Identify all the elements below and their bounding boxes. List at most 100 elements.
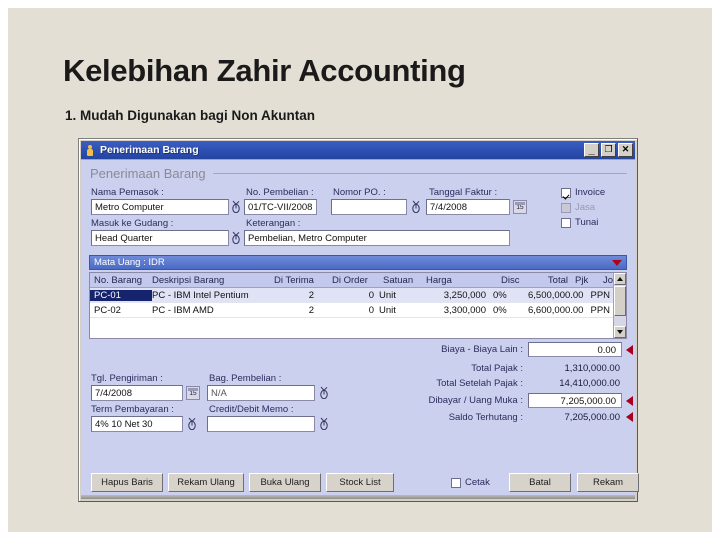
bag-pembelian-input[interactable]: N/A <box>207 385 315 401</box>
cell-pjk: PPN <box>590 304 611 316</box>
section-header-rule <box>212 173 627 174</box>
label-keterangan: Keterangan : <box>246 218 301 229</box>
checkbox-jasa: Jasa <box>561 202 595 213</box>
column-header-di-order: Di Order <box>332 274 368 286</box>
cell-total: 6,500,000.00 <box>528 289 584 301</box>
column-header-satuan: Satuan <box>383 274 414 286</box>
section-header-label: Penerimaan Barang <box>90 166 206 181</box>
rekam-button[interactable]: Rekam <box>577 473 639 492</box>
column-header-disc: Disc <box>501 274 520 286</box>
cell-satuan: Unit <box>379 289 396 301</box>
tanggal-faktur-lookup-icon[interactable] <box>411 200 421 213</box>
invoice-checkbox-label: Invoice <box>575 187 606 198</box>
cetak-checkbox-box[interactable] <box>451 477 461 488</box>
minimize-button[interactable]: _ <box>584 143 599 157</box>
dibayar-marker-icon <box>626 396 633 406</box>
scroll-down-icon[interactable] <box>614 326 626 338</box>
nama-pemasok-lookup-icon[interactable] <box>231 200 241 213</box>
checkbox-tunai[interactable]: Tunai <box>561 217 598 228</box>
rekam-ulang-button[interactable]: Rekam Ulang <box>168 473 244 492</box>
window-title: Penerimaan Barang <box>100 144 199 156</box>
value-total-pajak: 1,310,000.00 <box>564 363 620 374</box>
scrollbar-thumb[interactable] <box>614 286 626 316</box>
saldo-marker-icon <box>626 412 633 422</box>
cell-deskripsi: PC - IBM AMD <box>152 304 214 316</box>
window-bottom-edge <box>81 495 635 499</box>
tgl-pengiriman-input[interactable]: 7/4/2008 <box>91 385 183 401</box>
cetak-checkbox-label: Cetak <box>465 477 490 488</box>
hapus-baris-button[interactable]: Hapus Baris <box>91 473 163 492</box>
masuk-ke-gudang-input[interactable]: Head Quarter <box>91 230 229 246</box>
no-pembelian-input[interactable]: 01/TC-VII/2008 <box>244 199 317 215</box>
close-icon: ✕ <box>621 144 630 154</box>
page-subtitle: 1. Mudah Digunakan bagi Non Akuntan <box>65 108 316 123</box>
window-titlebar[interactable]: Penerimaan Barang _ ❐ ✕ <box>81 141 635 159</box>
column-header-di-terima: Di Terima <box>274 274 314 286</box>
label-saldo-terhutang: Saldo Terhutang : <box>448 412 523 423</box>
jasa-checkbox-label: Jasa <box>575 202 596 213</box>
value-total-setelah-pajak: 14,410,000.00 <box>559 378 620 389</box>
invoice-checkbox-box[interactable] <box>561 187 571 198</box>
label-nomor-po: Nomor PO. : <box>333 187 386 198</box>
batal-button[interactable]: Batal <box>509 473 571 492</box>
label-dibayar-uang-muka: Dibayar / Uang Muka : <box>428 395 523 406</box>
dibayar-uang-muka-input[interactable]: 7,205,000.00 <box>528 393 622 408</box>
nomor-po-input[interactable] <box>331 199 407 215</box>
footer-button-bar: Hapus Baris Rekam Ulang Buka Ulang Stock… <box>89 473 639 495</box>
calendar-icon-pengiriman[interactable]: 15 <box>186 386 200 400</box>
cell-di-order: 0 <box>368 289 374 301</box>
cell-harga: 3,250,000 <box>443 289 486 301</box>
column-header-pjk: Pjk <box>575 274 589 286</box>
cell-disc: 0% <box>493 289 507 301</box>
checkbox-cetak[interactable]: Cetak <box>451 477 490 488</box>
maximize-icon: ❐ <box>604 144 613 154</box>
bag-pembelian-lookup-icon[interactable] <box>319 386 329 399</box>
maximize-button[interactable]: ❐ <box>601 143 616 157</box>
cell-di-terima: 2 <box>308 304 314 316</box>
jasa-checkbox-box <box>561 202 571 213</box>
biaya-lain-input[interactable]: 0.00 <box>528 342 622 357</box>
scroll-up-icon[interactable] <box>614 273 626 285</box>
section-header: Penerimaan Barang <box>90 166 627 181</box>
value-saldo-terhutang: 7,205,000.00 <box>564 412 620 423</box>
credit-debit-memo-lookup-icon[interactable] <box>319 417 329 430</box>
tunai-checkbox-box[interactable] <box>561 217 571 228</box>
label-credit-debit-memo: Credit/Debit Memo : <box>209 404 294 415</box>
cell-total: 6,600,000.00 <box>528 304 584 316</box>
form-body: Penerimaan Barang Nama Pemasok : No. Pem… <box>81 159 639 499</box>
label-no-pembelian: No. Pembelian : <box>246 187 314 198</box>
term-pembayaran-input[interactable]: 4% 10 Net 30 <box>91 416 183 432</box>
minimize-icon: _ <box>588 144 595 156</box>
table-row[interactable]: PC-02 PC - IBM AMD 2 0 Unit 3,300,000 0%… <box>90 303 626 318</box>
close-button[interactable]: ✕ <box>618 143 633 157</box>
dropdown-caret-icon[interactable] <box>612 259 622 266</box>
window-controls: _ ❐ ✕ <box>584 143 633 157</box>
nama-pemasok-input[interactable]: Metro Computer <box>91 199 229 215</box>
calendar-icon[interactable]: 15 <box>513 200 527 214</box>
table-scrollbar[interactable] <box>613 273 626 338</box>
label-tgl-pengiriman: Tgl. Pengiriman : <box>91 373 163 384</box>
table-row[interactable]: PC-01 PC - IBM Intel Pentium 2 0 Unit 3,… <box>90 288 626 303</box>
masuk-ke-gudang-lookup-icon[interactable] <box>231 231 241 244</box>
cell-no-barang: PC-01 <box>90 289 152 301</box>
cell-satuan: Unit <box>379 304 396 316</box>
slide-canvas: Kelebihan Zahir Accounting 1. Mudah Digu… <box>8 8 712 532</box>
cell-di-terima: 2 <box>308 289 314 301</box>
label-nama-pemasok: Nama Pemasok : <box>91 187 164 198</box>
stock-list-button[interactable]: Stock List <box>326 473 394 492</box>
buka-ulang-button[interactable]: Buka Ulang <box>249 473 321 492</box>
application-window: Penerimaan Barang _ ❐ ✕ Penerimaan Baran… <box>78 138 639 502</box>
page-title: Kelebihan Zahir Accounting <box>63 53 466 88</box>
line-items-table[interactable]: No. Barang Deskripsi Barang Di Terima Di… <box>89 272 627 339</box>
label-masuk-ke-gudang: Masuk ke Gudang : <box>91 218 174 229</box>
label-total-setelah-pajak: Total Setelah Pajak : <box>436 378 523 389</box>
label-bag-pembelian: Bag. Pembelian : <box>209 373 282 384</box>
keterangan-input[interactable]: Pembelian, Metro Computer <box>244 230 510 246</box>
term-pembayaran-lookup-icon[interactable] <box>187 417 197 430</box>
person-icon <box>84 144 96 156</box>
checkbox-invoice[interactable]: Invoice <box>561 187 605 198</box>
currency-label: Mata Uang : IDR <box>94 257 165 268</box>
credit-debit-memo-input[interactable] <box>207 416 315 432</box>
currency-bar[interactable]: Mata Uang : IDR <box>89 255 627 270</box>
tanggal-faktur-input[interactable]: 7/4/2008 <box>426 199 510 215</box>
